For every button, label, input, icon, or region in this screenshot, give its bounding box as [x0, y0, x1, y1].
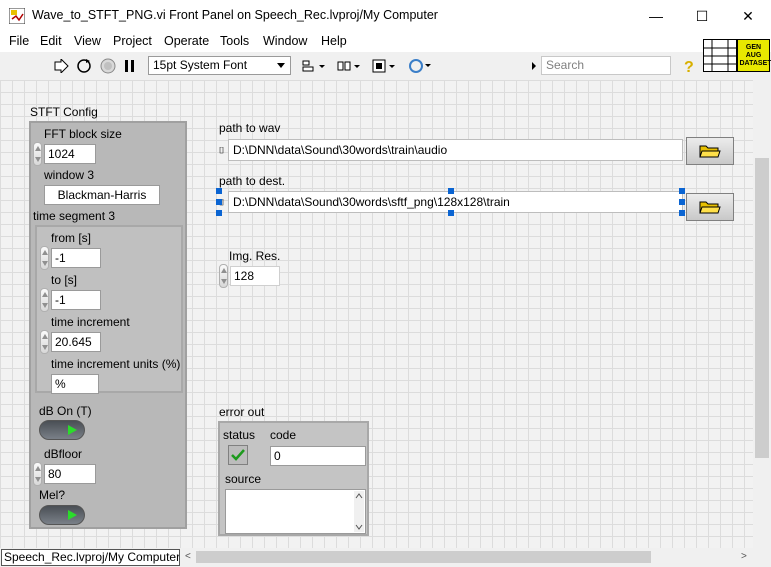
menu-file[interactable]: File [9, 34, 29, 48]
to-label: to [s] [51, 273, 78, 287]
menu-edit[interactable]: Edit [40, 34, 62, 48]
distribute-objects-icon[interactable] [337, 57, 361, 75]
vertical-scrollbar-thumb[interactable] [755, 158, 769, 458]
menu-window[interactable]: Window [263, 34, 307, 48]
selection-handle[interactable] [448, 210, 454, 216]
from-input[interactable]: -1 [51, 248, 101, 268]
time-increment-input[interactable]: 20.645 [51, 332, 101, 352]
img-res-label: Img. Res. [229, 249, 281, 263]
fft-block-size-label: FFT block size [44, 127, 122, 141]
folder-icon [699, 145, 721, 158]
mel-label: Mel? [39, 488, 66, 502]
run-arrow-icon[interactable] [52, 57, 70, 75]
path-to-wav-input[interactable]: D:\DNN\data\Sound\30words\train\audio [228, 139, 683, 161]
time-increment-label: time increment [51, 315, 130, 329]
to-stepper[interactable] [40, 288, 49, 312]
run-continuously-icon[interactable] [75, 57, 93, 75]
mel-toggle[interactable] [39, 505, 85, 525]
status-bar: Speech_Rec.lvproj/My Computer < > [0, 548, 771, 567]
checkmark-icon [231, 449, 245, 461]
window-select[interactable]: Blackman-Harris [44, 185, 160, 205]
expand-toolbar-icon[interactable] [530, 57, 538, 75]
chevron-down-icon [277, 63, 285, 68]
svg-text:?: ? [684, 59, 694, 75]
font-select[interactable]: 15pt System Font [148, 56, 291, 75]
align-objects-icon[interactable] [302, 57, 326, 75]
source-output [225, 489, 366, 534]
to-input[interactable]: -1 [51, 290, 101, 310]
selection-handle[interactable] [679, 188, 685, 194]
selection-handle[interactable] [216, 199, 222, 205]
error-out-cluster: status code 0 source [218, 421, 369, 536]
img-res-input[interactable]: 128 [230, 266, 280, 286]
close-button[interactable]: ✕ [725, 0, 771, 32]
stft-config-label: STFT Config [30, 105, 98, 119]
img-res-stepper[interactable] [219, 264, 228, 288]
menu-project[interactable]: Project [113, 34, 152, 48]
menu-tools[interactable]: Tools [220, 34, 249, 48]
time-increment-stepper[interactable] [40, 330, 49, 354]
time-increment-units-select[interactable]: % [51, 374, 99, 394]
search-input[interactable]: Search [541, 56, 671, 75]
path-to-dest-input[interactable]: D:\DNN\data\Sound\30words\sftf_png\128x1… [228, 191, 683, 213]
project-context[interactable]: Speech_Rec.lvproj/My Computer [1, 549, 180, 566]
fft-block-size-input[interactable]: 1024 [44, 144, 96, 164]
status-label: status [223, 428, 256, 442]
font-select-value: 15pt System Font [153, 58, 248, 72]
selection-handle[interactable] [679, 210, 685, 216]
scroll-right-icon[interactable]: > [741, 551, 747, 562]
vi-icon[interactable]: GEN AUG DATASET [737, 39, 771, 72]
db-on-toggle[interactable] [39, 420, 85, 440]
path-to-dest-label: path to dest. [219, 174, 286, 188]
menu-bar: File Edit View Project Operate Tools Win… [0, 32, 771, 52]
reorder-icon[interactable] [408, 57, 432, 75]
vertical-scrollbar[interactable] [753, 80, 771, 548]
abort-icon[interactable] [99, 57, 117, 75]
source-scrollbar[interactable] [354, 491, 364, 532]
selection-handle[interactable] [216, 210, 222, 216]
dbfloor-stepper[interactable] [33, 462, 42, 486]
dbfloor-input[interactable]: 80 [44, 464, 96, 484]
front-panel: STFT Config FFT block size 1024 window 3… [0, 80, 753, 548]
connector-pane[interactable] [703, 39, 737, 72]
window-label: window 3 [44, 168, 95, 182]
title-bar: Wave_to_STFT_PNG.vi Front Panel on Speec… [0, 0, 771, 32]
db-on-label: dB On (T) [39, 404, 92, 418]
menu-operate[interactable]: Operate [164, 34, 209, 48]
from-stepper[interactable] [40, 246, 49, 270]
fft-block-size-stepper[interactable] [33, 142, 42, 166]
time-segment-cluster: from [s] -1 to [s] -1 time increment 20.… [35, 225, 183, 394]
maximize-button[interactable]: ☐ [679, 0, 725, 32]
stft-config-cluster: FFT block size 1024 window 3 Blackman-Ha… [29, 121, 187, 529]
code-output: 0 [270, 446, 366, 466]
path-to-wav-label: path to wav [219, 121, 281, 135]
browse-dest-button[interactable] [686, 193, 734, 221]
selection-handle[interactable] [679, 199, 685, 205]
window-title: Wave_to_STFT_PNG.vi Front Panel on Speec… [32, 8, 438, 22]
source-label: source [225, 472, 262, 486]
selection-handle[interactable] [216, 188, 222, 194]
menu-help[interactable]: Help [321, 34, 347, 48]
folder-icon [699, 201, 721, 214]
error-out-label: error out [219, 405, 265, 419]
minimize-button[interactable]: — [633, 0, 679, 32]
labview-vi-icon [8, 7, 26, 25]
browse-wav-button[interactable] [686, 137, 734, 165]
menu-view[interactable]: View [74, 34, 101, 48]
time-segment-label: time segment 3 [33, 209, 116, 223]
from-label: from [s] [51, 231, 92, 245]
code-label: code [270, 428, 297, 442]
time-increment-units-label: time increment units (%) [51, 357, 181, 371]
vi-icon-label: GEN AUG DATASET [739, 43, 771, 67]
scroll-left-icon[interactable]: < [185, 551, 191, 562]
pause-icon[interactable] [121, 57, 139, 75]
horizontal-scrollbar-thumb[interactable] [196, 551, 651, 563]
selection-handle[interactable] [448, 188, 454, 194]
status-indicator [228, 445, 248, 465]
dbfloor-label: dBfloor [44, 447, 83, 461]
resize-objects-icon[interactable] [372, 57, 396, 75]
help-icon[interactable]: ? [680, 57, 698, 75]
